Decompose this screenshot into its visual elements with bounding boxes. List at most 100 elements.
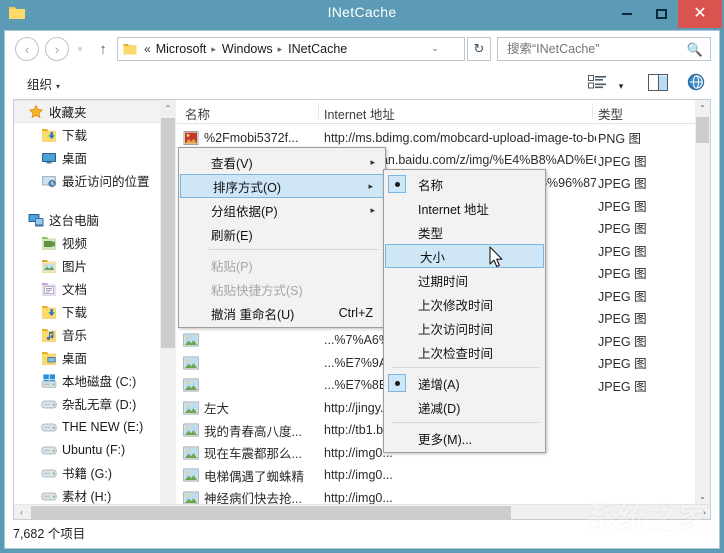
address-bar[interactable]: « Microsoft ▸ Windows ▸ INetCache ⌄ — [117, 37, 465, 61]
recent-locations-button[interactable]: ▾ — [73, 43, 87, 55]
sort-option-1[interactable]: Internet 地址 — [384, 196, 545, 220]
search-icon[interactable]: 🔍 — [687, 42, 703, 58]
context-menu-item-label: 排序方式(O) — [213, 180, 282, 195]
sort-by-submenu[interactable]: 名称 Internet 地址类型 大小 过期时间上次修改时间上次访问时间上次检查时间递… — [383, 169, 546, 453]
sidebar-item-10[interactable]: 音乐 — [14, 323, 160, 346]
sort-option-5[interactable]: 上次修改时间 — [384, 292, 545, 316]
titlebar: INetCache ✕ — [0, 0, 724, 30]
table-row[interactable]: %2Fmobi5372f... http://ms.bdimg.com/mobca… — [177, 126, 697, 149]
breadcrumb-prefix[interactable]: « — [141, 42, 154, 56]
sidebar-item-15[interactable]: Ubuntu (F:) — [14, 438, 160, 461]
filelist-horizontal-scrollbar[interactable]: ‹ › — [14, 504, 710, 519]
context-menu-item-1[interactable]: 排序方式(O) ▸ — [180, 174, 384, 198]
file-name-cell: %2Fmobi5372f... — [204, 130, 299, 145]
organize-button[interactable]: 组织 ▾ — [27, 74, 60, 93]
chevron-left-icon: ‹ — [24, 41, 30, 57]
minimize-button[interactable] — [610, 0, 644, 28]
navpane-scroll-thumb[interactable] — [161, 118, 175, 348]
sidebar-item-13[interactable]: 杂乱无章 (D:) — [14, 392, 160, 415]
close-button[interactable]: ✕ — [678, 0, 722, 28]
context-menu-item-3[interactable]: 刷新(E) — [179, 222, 385, 246]
sort-option-9[interactable]: 递增(A) — [384, 371, 545, 395]
sidebar-item-1[interactable]: 下载 — [14, 123, 160, 146]
column-header-internet-address[interactable]: Internet 地址 — [324, 104, 395, 123]
jpeg-image-icon — [183, 333, 199, 347]
sidebar-item-8[interactable]: 文档 — [14, 277, 160, 300]
sort-option-0[interactable]: 名称 — [384, 172, 545, 196]
sidebar-item-14[interactable]: THE NEW (E:) — [14, 415, 160, 438]
refresh-button[interactable]: ↻ — [467, 37, 491, 61]
search-input[interactable] — [505, 41, 675, 57]
chevron-down-icon: ▾ — [77, 43, 83, 54]
documents-icon — [42, 282, 56, 296]
sort-option-label: 上次检查时间 — [418, 346, 494, 361]
sidebar-item-16[interactable]: 书籍 (G:) — [14, 461, 160, 484]
column-header-name[interactable]: 名称 — [185, 104, 210, 123]
chevron-right-icon: ▸ — [368, 180, 373, 191]
jpeg-image-icon — [183, 401, 199, 414]
breadcrumb-item-windows[interactable]: Windows — [220, 42, 275, 56]
chevron-down-icon[interactable]: ▾ — [615, 77, 627, 95]
navpane-scrollbar[interactable]: ⌃ ⌄ — [160, 100, 176, 519]
pictures-icon — [42, 259, 56, 273]
navpane-scroll-up-button[interactable]: ⌃ — [160, 100, 176, 117]
sidebar-item-label: 下载 — [62, 306, 88, 320]
maximize-button[interactable] — [644, 0, 678, 28]
chevron-right-icon: ▸ — [277, 43, 283, 54]
search-box[interactable]: 🔍 — [497, 37, 711, 61]
help-icon[interactable] — [685, 73, 707, 91]
sort-option-3[interactable]: 大小 — [385, 244, 544, 268]
close-icon: ✕ — [693, 5, 707, 22]
sort-option-7[interactable]: 上次检查时间 — [384, 340, 545, 364]
png-image-icon — [183, 130, 199, 145]
sidebar-item-12[interactable]: 本地磁盘 (C:) — [14, 369, 160, 392]
context-menu-item-0[interactable]: 查看(V) ▸ — [179, 150, 385, 174]
navigation-bar: ‹ › ▾ ↑ « Microsoft ▸ Windows ▸ INetCach… — [5, 31, 719, 66]
address-dropdown-icon[interactable]: ⌄ — [428, 43, 442, 54]
context-menu[interactable]: 查看(V) ▸ 排序方式(O) ▸ 分组依据(P) ▸ 刷新(E) 粘贴(P) 粘贴快捷方式(S… — [178, 147, 386, 328]
forward-button[interactable]: › — [45, 37, 69, 61]
downloads-icon — [42, 305, 56, 319]
sidebar-item-label: 桌面 — [62, 152, 88, 166]
file-type-cell: JPEG 图 — [598, 312, 647, 326]
filelist-vertical-scrollbar[interactable]: ⌃ ⌄ — [695, 100, 710, 504]
filelist-hscroll-thumb[interactable] — [31, 506, 511, 519]
context-menu-item-7[interactable]: 撤消 重命名(U) Ctrl+Z — [179, 301, 385, 325]
sidebar-item-9[interactable]: 下载 — [14, 300, 160, 323]
view-list-icon[interactable] — [587, 73, 607, 91]
sidebar-item-5[interactable]: 这台电脑 — [14, 208, 160, 231]
sidebar-item-3[interactable]: 最近访问的位置 — [14, 169, 160, 192]
filelist-scroll-thumb[interactable] — [696, 117, 709, 143]
file-name-cell: 我的青春高八度... — [204, 424, 302, 439]
column-header-type[interactable]: 类型 — [598, 104, 623, 123]
sort-option-label: Internet 地址 — [418, 202, 489, 217]
sort-option-6[interactable]: 上次访问时间 — [384, 316, 545, 340]
sort-option-2[interactable]: 类型 — [384, 220, 545, 244]
sidebar-item-label: 收藏夹 — [49, 106, 87, 120]
sidebar-item-11[interactable]: 桌面 — [14, 346, 160, 369]
sort-option-4[interactable]: 过期时间 — [384, 268, 545, 292]
sidebar-item-7[interactable]: 图片 — [14, 254, 160, 277]
sort-option-10[interactable]: 递减(D) — [384, 395, 545, 419]
table-row[interactable]: 电梯偶遇了蜘蛛精 http://img0... — [177, 464, 697, 487]
explorer-window: INetCache ✕ ‹ › ▾ ↑ « Microsoft ▸ Window… — [0, 0, 724, 553]
breadcrumb-item-microsoft[interactable]: Microsoft — [154, 42, 209, 56]
preview-pane-icon[interactable] — [647, 73, 669, 91]
sort-option-12[interactable]: 更多(M)... — [384, 426, 545, 450]
back-button[interactable]: ‹ — [15, 37, 39, 61]
up-button[interactable]: ↑ — [93, 37, 113, 61]
filelist-scroll-up-button[interactable]: ⌃ — [695, 100, 710, 116]
chevron-right-icon: ▸ — [211, 43, 216, 54]
breadcrumb-item-inetcache[interactable]: INetCache — [286, 42, 349, 56]
context-menu-item-5: 粘贴(P) — [179, 253, 385, 277]
sidebar-item-0[interactable]: 收藏夹 — [14, 100, 160, 123]
sort-option-label: 上次修改时间 — [418, 298, 494, 313]
sidebar-item-6[interactable]: 视频 — [14, 231, 160, 254]
filelist-scroll-right-button[interactable]: › — [697, 505, 710, 519]
context-menu-item-2[interactable]: 分组依据(P) ▸ — [179, 198, 385, 222]
videos-icon — [42, 236, 56, 250]
filelist-scroll-down-button[interactable]: ⌄ — [695, 488, 710, 504]
sidebar-item-2[interactable]: 桌面 — [14, 146, 160, 169]
drive-icon — [41, 423, 57, 431]
filelist-scroll-left-button[interactable]: ‹ — [14, 505, 29, 519]
